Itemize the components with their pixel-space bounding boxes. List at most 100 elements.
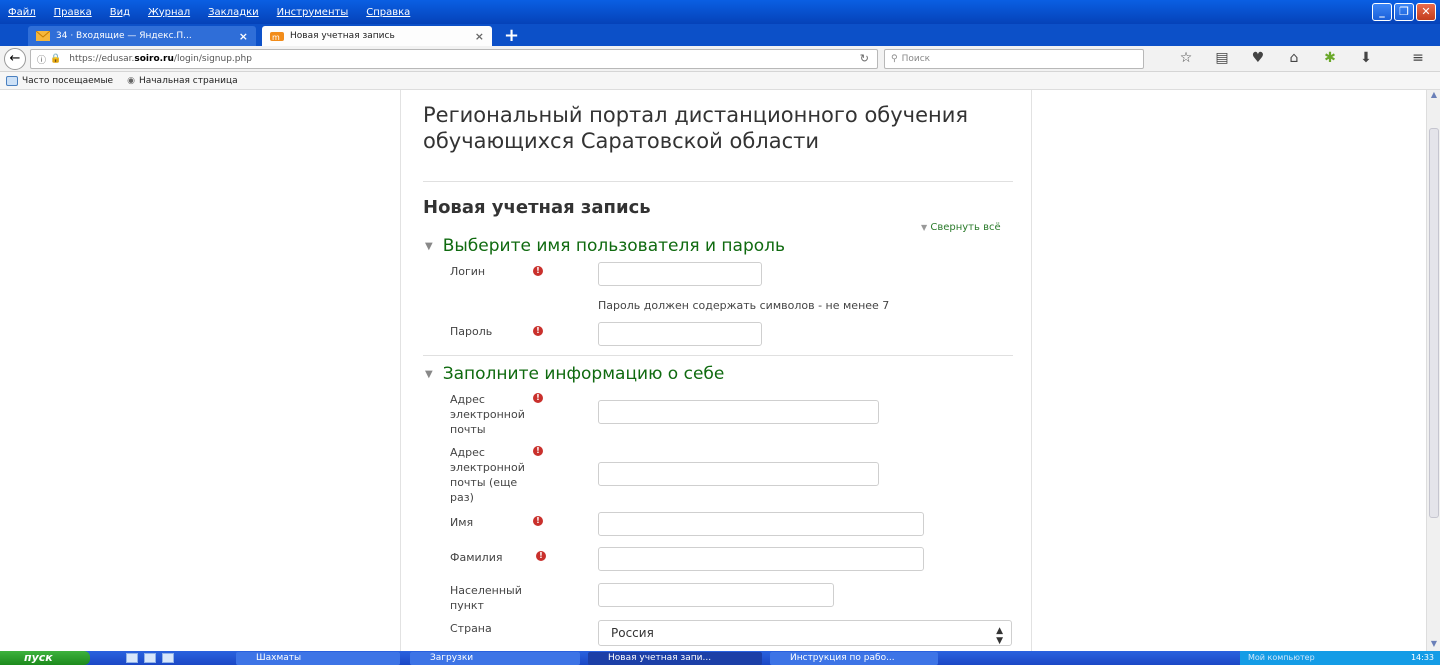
email-repeat-field[interactable] [598,462,879,486]
address-bar[interactable]: ⓘ 🔒 https://edusar. soiro.ru/login/signup… [30,49,878,69]
library-icon[interactable]: ▤ [1204,50,1240,66]
taskbar-item[interactable]: Новая учетная запи... [588,652,762,665]
menu-edit[interactable]: Правка [54,7,92,18]
svg-text:m: m [272,33,280,41]
quick-launch-icon[interactable] [144,653,156,663]
taskbar-item[interactable]: Шахматы [236,652,400,665]
city-label: Населенный пункт [450,584,522,612]
windows-taskbar: пуск Шахматы Загрузки Новая учетная запи… [0,651,1440,665]
tab-label: Новая учетная запись [290,31,395,41]
lastname-field[interactable] [598,547,924,571]
star-icon[interactable]: ☆ [1168,50,1204,66]
bookmark-label: Начальная страница [138,75,238,86]
folder-icon [6,75,18,86]
url-prefix: https://edusar. [69,54,135,64]
quick-launch-icon[interactable] [126,653,138,663]
addon-icon[interactable]: ✱ [1312,50,1348,66]
toolbar-icons: ☆ ▤ ♥ ⌂ ✱ ⬇ ≡ [1168,50,1436,66]
firstname-field[interactable] [598,512,924,536]
start-button[interactable]: пуск [0,651,90,665]
password-input[interactable] [598,322,762,346]
divider [423,181,1013,182]
caret-down-icon: ▼ [425,368,433,380]
url-host: soiro.ru [134,54,174,64]
new-tab-button[interactable]: + [504,25,519,46]
required-icon: ! [533,446,543,456]
signup-card: Региональный портал дистанционного обуче… [400,90,1032,651]
download-icon[interactable]: ⬇ [1348,50,1384,66]
navigation-bar: ← ⓘ 🔒 https://edusar. soiro.ru/login/sign… [0,46,1440,72]
section-account-header[interactable]: ▼ Выберите имя пользователя и пароль [425,236,785,256]
city-field[interactable] [598,583,834,607]
required-icon: ! [533,326,543,336]
hamburger-menu-icon[interactable]: ≡ [1400,50,1436,66]
menu-view[interactable]: Вид [110,7,130,18]
search-icon: ⚲ [891,54,898,64]
moodle-icon: m [270,32,284,41]
minimize-button[interactable]: _ [1372,3,1392,21]
bookmark-label: Часто посещаемые [22,75,114,86]
taskbar-item[interactable]: Загрузки [410,652,580,665]
tab-signup[interactable]: m Новая учетная запись × [262,26,492,46]
reload-icon[interactable]: ↻ [860,52,869,65]
clock: 14:33 [1410,653,1434,662]
required-icon: ! [533,516,543,526]
maximize-button[interactable]: ❐ [1394,3,1414,21]
menu-bookmarks[interactable]: Закладки [208,7,259,18]
menu-file[interactable]: Файл [8,7,36,18]
email-field[interactable] [598,400,879,424]
window-controls: _ ❐ ✕ [1372,3,1436,21]
page-viewport: Региональный портал дистанционного обуче… [0,90,1426,651]
divider [423,355,1013,356]
arrow-left-icon: ← [9,51,21,66]
site-title: Региональный портал дистанционного обуче… [423,103,969,153]
mail-icon [36,31,50,41]
required-icon: ! [536,551,546,561]
login-input[interactable] [598,262,762,286]
start-label: пуск [24,651,53,664]
bookmark-most-visited[interactable]: Часто посещаемые [6,75,114,86]
vertical-scrollbar[interactable]: ▲ ▼ [1426,90,1440,651]
globe-icon: ◉ [127,75,135,86]
collapse-all-link[interactable]: ▼ Свернуть всё [921,222,1001,233]
pocket-icon[interactable]: ♥ [1240,50,1276,66]
menu-history[interactable]: Журнал [148,7,190,18]
close-window-button[interactable]: ✕ [1416,3,1436,21]
tab-close-icon[interactable]: × [239,30,248,43]
tab-inbox[interactable]: 34 · Входящие — Яндекс.П... × [28,26,256,46]
tab-close-icon[interactable]: × [475,30,484,43]
login-label: Логин [450,265,486,278]
info-icon: ⓘ [37,55,47,66]
email-repeat-label: Адрес электронной почты (еще раз) [450,446,525,504]
email-label: Адрес электронной почты [450,393,525,436]
menu-help[interactable]: Справка [366,7,410,18]
back-button[interactable]: ← [4,48,26,70]
taskbar-item[interactable]: Инструкция по рабо... [770,652,938,665]
quick-launch [126,653,174,663]
page-title: Новая учетная запись [423,197,651,218]
search-input[interactable]: ⚲ Поиск [884,49,1144,69]
required-icon: ! [533,393,543,403]
select-arrows-icon: ▲ ▼ [996,626,1003,646]
section-title: Заполните информацию о себе [442,364,725,384]
home-icon[interactable]: ⌂ [1276,50,1312,66]
url-path: /login/signup.php [173,54,252,64]
tab-label: 34 · Входящие — Яндекс.П... [56,31,192,41]
country-value: Россия [611,626,654,640]
scroll-thumb[interactable] [1429,128,1439,518]
search-placeholder: Поиск [901,54,931,64]
menu-tools[interactable]: Инструменты [277,7,349,18]
scroll-up-icon[interactable]: ▲ [1428,90,1440,102]
bookmark-home-page[interactable]: ◉ Начальная страница [127,76,238,86]
section-profile-header[interactable]: ▼ Заполните информацию о себе [425,364,724,384]
scroll-down-icon[interactable]: ▼ [1428,639,1440,651]
password-label: Пароль [450,325,493,338]
caret-down-icon: ▼ [921,223,928,232]
caret-down-icon: ▼ [425,240,433,252]
section-title: Выберите имя пользователя и пароль [442,236,786,256]
password-hint: Пароль должен содержать символов - не ме… [598,299,890,312]
system-tray: Мой компьютер 14:33 [1240,651,1440,665]
country-select[interactable]: Россия ▲ ▼ [598,620,1012,646]
quick-launch-icon[interactable] [162,653,174,663]
tray-label: Мой компьютер [1248,653,1315,662]
